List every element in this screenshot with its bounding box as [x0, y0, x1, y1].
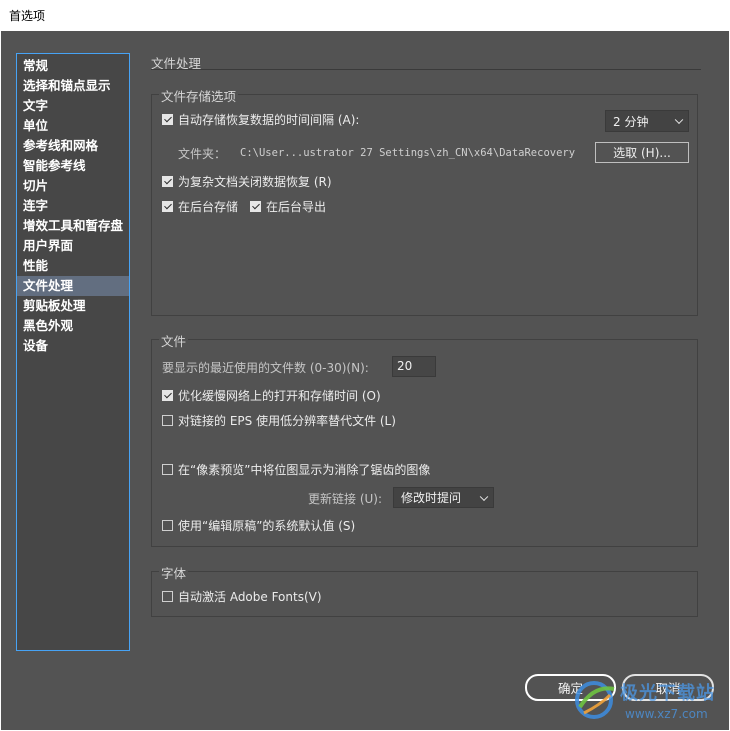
category-item-performance[interactable]: 性能 — [17, 256, 129, 276]
auto-activate-row[interactable]: 自动激活 Adobe Fonts(V) — [162, 588, 322, 604]
background-row: 在后台存储 在后台导出 — [162, 198, 326, 214]
category-item-black-appearance[interactable]: 黑色外观 — [17, 316, 129, 336]
optimize-label: 优化缓慢网络上的打开和存储时间 (O) — [178, 388, 381, 403]
optimize-row[interactable]: 优化缓慢网络上的打开和存储时间 (O) — [162, 387, 381, 403]
auto-activate-checkbox[interactable] — [162, 590, 173, 602]
update-links-value: 修改时提问 — [401, 491, 462, 505]
category-item-selection-anchor[interactable]: 选择和锚点显示 — [17, 76, 129, 96]
category-item-general[interactable]: 常规 — [17, 56, 129, 76]
autosave-interval-value: 2 分钟 — [613, 114, 649, 129]
autosave-interval-select[interactable]: 2 分钟 — [605, 110, 689, 132]
page-title-divider — [151, 69, 701, 70]
category-list[interactable]: 常规 选择和锚点显示 文字 单位 参考线和网格 智能参考线 切片 连字 增效工具… — [16, 53, 130, 651]
category-item-clipboard[interactable]: 剪贴板处理 — [17, 296, 129, 316]
autosave-label: 自动存储恢复数据的时间间隔 (A): — [178, 112, 360, 127]
folder-label: 文件夹： — [178, 146, 227, 161]
category-item-slices[interactable]: 切片 — [17, 176, 129, 196]
complex-docs-checkbox[interactable] — [162, 175, 173, 187]
pixel-preview-row[interactable]: 在“像素预览”中将位图显示为消除了锯齿的图像 — [162, 461, 430, 477]
update-links-select[interactable]: 修改时提问 — [393, 487, 494, 508]
category-item-smart-guides[interactable]: 智能参考线 — [17, 156, 129, 176]
choose-folder-button[interactable]: 选取 (H)... — [595, 142, 689, 163]
folder-row: 文件夹： C:\User...ustrator 27 Settings\zh_C… — [178, 145, 575, 161]
chevron-down-icon — [479, 492, 489, 501]
window-title: 首选项 — [9, 9, 46, 23]
category-item-hyphenation[interactable]: 连字 — [17, 196, 129, 216]
recent-files-input[interactable]: 20 — [392, 356, 436, 377]
background-save-checkbox[interactable] — [162, 200, 173, 212]
category-item-user-interface[interactable]: 用户界面 — [17, 236, 129, 256]
autosave-checkbox[interactable] — [162, 113, 173, 125]
update-links-label: 更新链接 (U): — [308, 491, 383, 506]
update-links-row: 更新链接 (U): — [308, 490, 382, 506]
eps-row[interactable]: 对链接的 EPS 使用低分辨率替代文件 (L) — [162, 412, 396, 428]
edit-original-checkbox[interactable] — [162, 519, 173, 531]
storage-options-title: 文件存储选项 — [159, 86, 239, 105]
pixel-preview-checkbox[interactable] — [162, 463, 173, 475]
watermark-site-name: 极光下载站 — [620, 683, 715, 704]
site-logo-icon — [575, 681, 615, 719]
category-item-plugins-scratch[interactable]: 增效工具和暂存盘 — [17, 216, 129, 236]
preferences-dialog: 常规 选择和锚点显示 文字 单位 参考线和网格 智能参考线 切片 连字 增效工具… — [1, 31, 729, 730]
folder-path: C:\User...ustrator 27 Settings\zh_CN\x64… — [240, 147, 576, 159]
recent-files-row: 要显示的最近使用的文件数 (0-30)(N): — [162, 359, 369, 375]
eps-checkbox[interactable] — [162, 414, 173, 426]
recent-files-label: 要显示的最近使用的文件数 (0-30)(N): — [162, 360, 369, 375]
fonts-title: 字体 — [159, 563, 189, 582]
category-item-units[interactable]: 单位 — [17, 116, 129, 136]
site-watermark: 极光下载站 www.xz7.com — [570, 673, 720, 725]
autosave-row[interactable]: 自动存储恢复数据的时间间隔 (A): — [162, 111, 359, 127]
optimize-checkbox[interactable] — [162, 389, 173, 401]
watermark-url: www.xz7.com — [625, 707, 708, 721]
category-item-guides-grid[interactable]: 参考线和网格 — [17, 136, 129, 156]
category-item-file-handling[interactable]: 文件处理 — [17, 276, 129, 296]
chevron-down-icon — [674, 115, 684, 125]
auto-activate-label: 自动激活 Adobe Fonts(V) — [178, 589, 322, 604]
edit-original-label: 使用“编辑原稿”的系统默认值 (S) — [178, 518, 356, 533]
background-export-checkbox[interactable] — [250, 200, 262, 212]
complex-docs-label: 为复杂文档关闭数据恢复 (R) — [178, 174, 332, 189]
background-export-label: 在后台导出 — [266, 199, 327, 214]
background-save-label: 在后台存储 — [178, 199, 239, 214]
complex-docs-row[interactable]: 为复杂文档关闭数据恢复 (R) — [162, 173, 332, 189]
window-title-bar: 首选项 — [0, 0, 730, 31]
eps-label: 对链接的 EPS 使用低分辨率替代文件 (L) — [178, 413, 396, 428]
pixel-preview-label: 在“像素预览”中将位图显示为消除了锯齿的图像 — [178, 462, 431, 477]
category-item-type[interactable]: 文字 — [17, 96, 129, 116]
category-item-devices[interactable]: 设备 — [17, 336, 129, 356]
edit-original-row[interactable]: 使用“编辑原稿”的系统默认值 (S) — [162, 517, 355, 533]
files-title: 文件 — [159, 331, 189, 350]
